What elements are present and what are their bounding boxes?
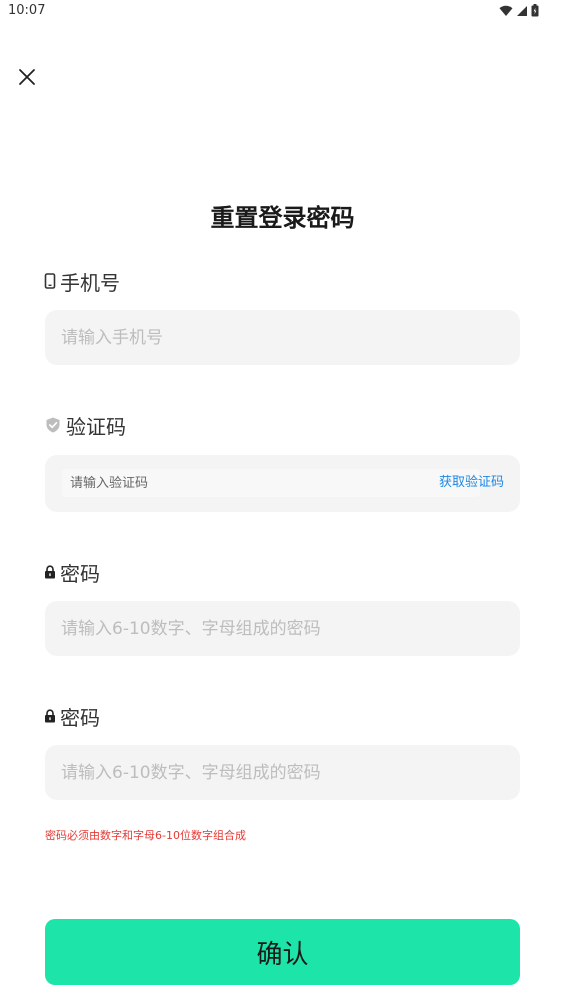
status-icons (499, 2, 539, 21)
password-confirm-label: 密码 (44, 702, 100, 730)
password-confirm-input[interactable] (61, 745, 501, 800)
password-confirm-input-box (45, 745, 520, 800)
password-label-text: 密码 (60, 561, 100, 586)
phone-label: 手机号 (44, 267, 120, 295)
wifi-icon (499, 2, 513, 21)
close-icon (17, 67, 37, 91)
shield-check-icon (44, 416, 62, 434)
code-input-box: 获取验证码 (45, 455, 520, 512)
lock-icon (44, 565, 56, 579)
code-input-wrapper (62, 469, 480, 497)
battery-icon (531, 2, 539, 21)
confirm-button[interactable]: 确认 (45, 919, 520, 985)
status-time: 10:07 (8, 3, 46, 18)
password-input-box (45, 601, 520, 656)
close-button[interactable] (12, 64, 42, 94)
code-label-text: 验证码 (66, 414, 126, 439)
phone-icon (44, 273, 56, 289)
password-input[interactable] (61, 601, 501, 656)
password-label: 密码 (44, 558, 100, 586)
password-confirm-label-text: 密码 (60, 705, 100, 730)
phone-input[interactable] (61, 310, 501, 365)
password-hint: 密码必须由数字和字母6-10位数字组合成 (45, 829, 246, 842)
code-label: 验证码 (44, 411, 126, 439)
get-code-button[interactable]: 获取验证码 (439, 473, 504, 493)
code-input[interactable] (70, 469, 470, 497)
phone-input-box (45, 310, 520, 365)
status-bar: 10:07 (0, 0, 565, 24)
signal-icon (516, 2, 528, 21)
page-title: 重置登录密码 (210, 204, 355, 232)
lock-icon (44, 709, 56, 723)
phone-label-text: 手机号 (60, 270, 120, 295)
